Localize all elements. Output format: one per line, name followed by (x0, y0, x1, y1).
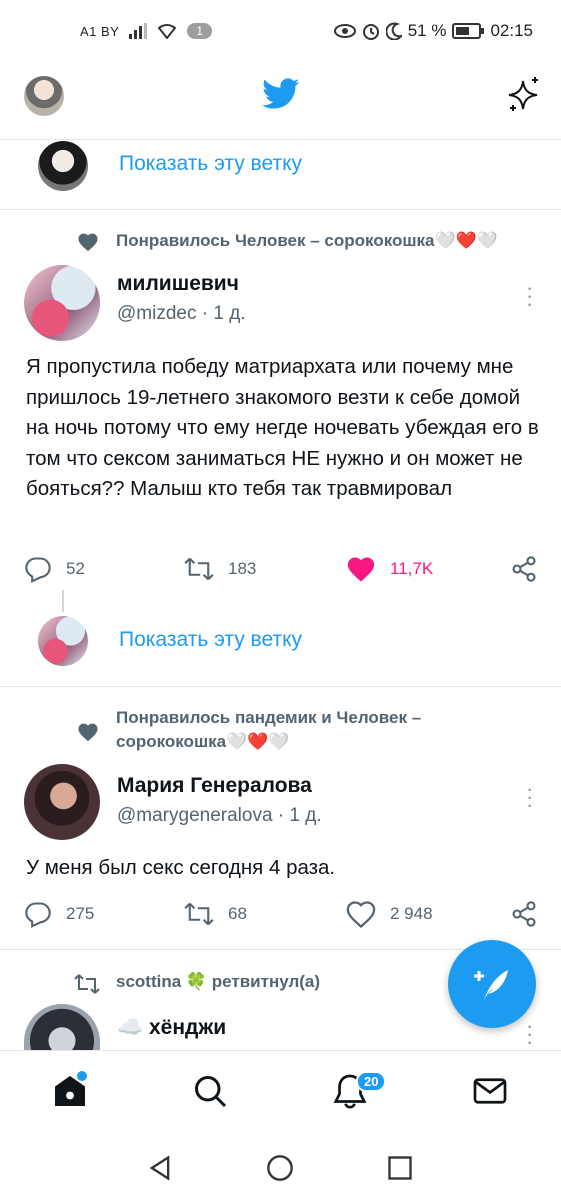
heart-filled-icon (78, 233, 98, 252)
social-context: Понравилось Человек – сорококошка🤍❤️🤍 (116, 231, 499, 250)
app-header (0, 62, 561, 140)
tweet-text: Я пропустила победу матриархата или поче… (26, 355, 539, 500)
like-button[interactable]: 2 948 (346, 900, 433, 928)
alarm-icon (362, 24, 379, 40)
status-bar: A1 BY 1 51 % 02:15 (0, 0, 561, 62)
reply-button[interactable]: 52 (24, 555, 85, 583)
like-count: 2 948 (390, 904, 433, 923)
social-context-line: сорококошка🤍❤️🤍 (116, 732, 290, 751)
reply-count: 52 (66, 559, 85, 578)
clock: 02:15 (490, 21, 533, 40)
share-icon (512, 901, 536, 927)
like-count: 11,7K (390, 559, 434, 578)
reply-icon (25, 902, 51, 928)
retweet-button[interactable]: 68 (184, 900, 247, 928)
like-button[interactable]: 11,7K (346, 555, 433, 583)
sparkle-icon[interactable] (505, 75, 543, 113)
retweet-button[interactable]: 183 (184, 555, 256, 583)
thread-line (62, 590, 64, 612)
author-name[interactable]: милишевич (117, 272, 239, 296)
system-navigation-bar (0, 1132, 561, 1200)
share-button[interactable] (510, 555, 538, 583)
eye-icon (333, 24, 356, 38)
compose-tweet-button[interactable] (448, 940, 536, 1028)
author-avatar[interactable] (24, 764, 100, 840)
signal-icon (129, 23, 148, 39)
heart-filled-icon (78, 723, 98, 742)
thread-avatar[interactable] (38, 141, 88, 191)
reply-button[interactable]: 275 (24, 900, 94, 928)
retweet-icon (184, 557, 214, 581)
home-circle-icon[interactable] (266, 1154, 294, 1182)
divider (0, 209, 561, 210)
retweet-count: 68 (228, 904, 247, 923)
show-thread-link[interactable]: Показать эту ветку (119, 628, 302, 652)
author-avatar[interactable] (24, 265, 100, 341)
author-name[interactable]: Мария Генералова (117, 774, 312, 798)
heart-filled-icon (347, 557, 375, 582)
retweet-count: 183 (228, 559, 257, 578)
messages-mail-icon[interactable] (472, 1073, 508, 1109)
search-icon[interactable] (192, 1073, 228, 1109)
tweet-text: У меня был секс сегодня 4 раза. (26, 856, 336, 879)
author-name[interactable]: ☁️ хёнджи (117, 1016, 226, 1040)
back-triangle-icon[interactable] (146, 1154, 174, 1182)
carrier-label: A1 BY (80, 23, 120, 39)
sim-badge: 1 (187, 23, 213, 39)
reply-icon (25, 557, 51, 583)
social-context-line: Понравилось пандемик и Человек – (116, 708, 422, 727)
compose-feather-icon (474, 970, 508, 1000)
battery-percent: 51 % (407, 21, 447, 40)
recents-square-icon[interactable] (386, 1154, 414, 1182)
retweet-icon (74, 974, 100, 994)
account-avatar[interactable] (24, 76, 64, 116)
share-icon (512, 556, 536, 582)
show-thread-link[interactable]: Показать эту ветку (119, 152, 302, 176)
thread-avatar[interactable] (38, 616, 88, 666)
reply-count: 275 (66, 904, 95, 923)
heart-icon (346, 901, 376, 928)
moon-icon (385, 22, 402, 40)
more-options-icon[interactable]: ··· (526, 778, 533, 816)
social-context: Понравилось пандемик и Человек – сорокок… (116, 706, 421, 754)
author-handle[interactable]: @mizdec · 1 д. (117, 303, 246, 325)
retweet-icon (184, 902, 214, 926)
twitter-bird-icon[interactable] (262, 78, 300, 110)
wifi-icon (157, 24, 177, 39)
more-options-icon[interactable]: ··· (526, 1022, 532, 1050)
author-avatar[interactable] (24, 1004, 100, 1050)
battery-icon (452, 23, 485, 39)
notifications-badge: 20 (356, 1071, 387, 1092)
bottom-navigation (0, 1050, 561, 1132)
share-button[interactable] (510, 900, 538, 928)
divider (0, 686, 561, 687)
home-new-content-dot (77, 1071, 87, 1081)
more-options-icon[interactable]: ··· (526, 277, 533, 315)
social-context: scottina 🍀 ретвитнул(а) (116, 972, 321, 991)
author-handle[interactable]: @marygeneralova · 1 д. (117, 805, 322, 827)
